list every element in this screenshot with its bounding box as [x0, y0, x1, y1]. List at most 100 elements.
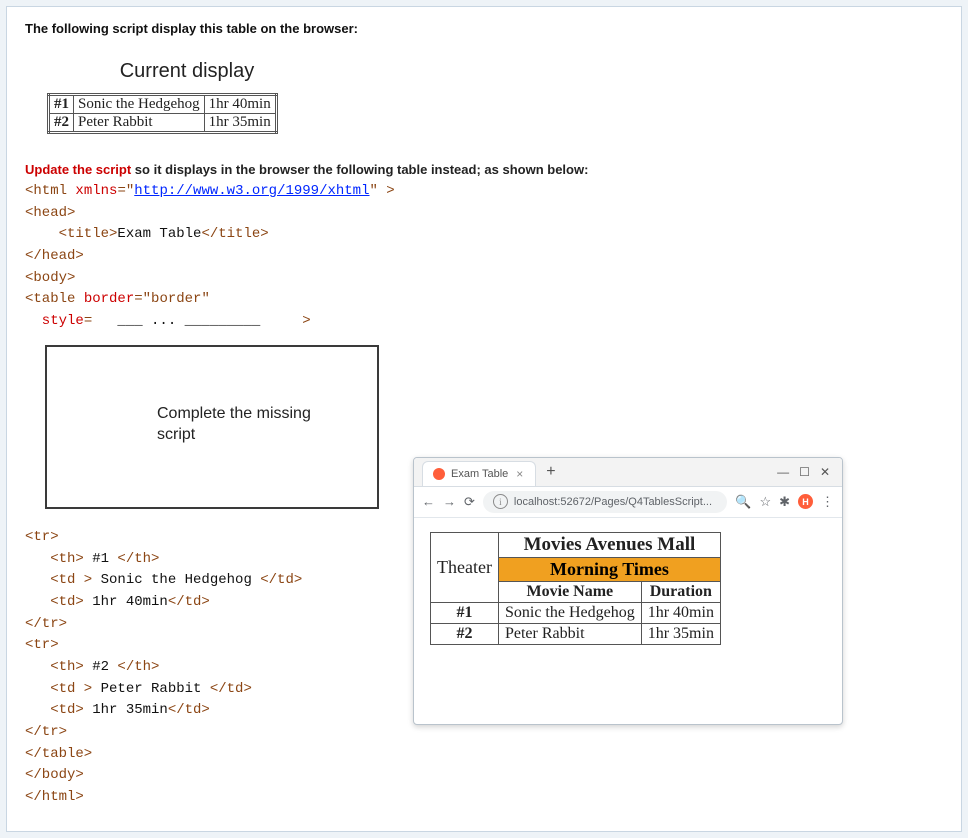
- code-token: <html: [25, 183, 75, 199]
- code-blank: ___ ... _________: [92, 313, 302, 329]
- code-token: ="border": [134, 291, 210, 307]
- rank-cell: #1: [49, 95, 74, 114]
- minimize-icon[interactable]: —: [777, 465, 789, 479]
- forward-icon[interactable]: →: [443, 494, 456, 509]
- tab-title: Exam Table: [451, 468, 508, 480]
- code-column: <tr> <th> #1 </th> <td > Sonic the Hedge…: [25, 527, 395, 809]
- col-movie-header: Movie Name: [498, 581, 641, 602]
- code-text: #1: [84, 551, 118, 567]
- extensions-icon[interactable]: ✱: [779, 494, 790, 510]
- code-token: </tr>: [25, 616, 67, 632]
- code-token: </th>: [117, 659, 159, 675]
- code-token: <head>: [25, 205, 75, 221]
- window-buttons: — ☐ ✕: [777, 465, 838, 479]
- table-row: #2 Peter Rabbit 1hr 35min: [431, 623, 721, 644]
- movie-cell: Sonic the Hedgehog: [74, 95, 205, 114]
- maximize-icon[interactable]: ☐: [799, 465, 810, 479]
- code-token: =": [117, 183, 134, 199]
- code-token: <title>: [25, 226, 117, 242]
- duration-cell: 1hr 40min: [641, 602, 720, 623]
- code-token: <td >: [25, 681, 92, 697]
- code-token: </td>: [168, 702, 210, 718]
- question-title: The following script display this table …: [25, 21, 943, 36]
- site-info-icon[interactable]: i: [493, 494, 508, 509]
- table-row: #1 Sonic the Hedgehog 1hr 40min: [431, 602, 721, 623]
- code-url: http://www.w3.org/1999/xhtml: [134, 183, 369, 199]
- code-token: </title>: [201, 226, 268, 242]
- bookmark-star-icon[interactable]: ☆: [759, 494, 771, 510]
- code-text: Peter Rabbit: [92, 681, 210, 697]
- lower-columns: <tr> <th> #1 </th> <td > Sonic the Hedge…: [25, 527, 943, 809]
- code-token: </tr>: [25, 724, 67, 740]
- mall-header: Movies Avenues Mall: [498, 532, 720, 557]
- code-token: >: [302, 313, 310, 329]
- question-page: The following script display this table …: [6, 6, 962, 832]
- tab-close-icon[interactable]: ×: [514, 467, 525, 481]
- col-duration-header: Duration: [641, 581, 720, 602]
- close-window-icon[interactable]: ✕: [820, 465, 830, 479]
- movie-cell: Peter Rabbit: [74, 114, 205, 133]
- favicon-icon: [433, 468, 445, 480]
- duration-cell: 1hr 40min: [204, 95, 276, 114]
- code-text: Sonic the Hedgehog: [92, 572, 260, 588]
- movie-cell: Sonic the Hedgehog: [498, 602, 641, 623]
- code-token: </head>: [25, 248, 84, 264]
- browser-viewport: Theater Movies Avenues Mall Morning Time…: [414, 518, 842, 724]
- theater-cell: Theater: [431, 532, 499, 602]
- code-token: border: [84, 291, 134, 307]
- table-row: Theater Movies Avenues Mall: [431, 532, 721, 557]
- blank-box-hint: Complete the missing script: [157, 403, 311, 446]
- reload-icon[interactable]: ⟳: [464, 494, 475, 510]
- code-token: <table: [25, 291, 84, 307]
- code-token: <tr>: [25, 529, 59, 545]
- rank-cell: #1: [431, 602, 499, 623]
- code-token: <th>: [25, 659, 84, 675]
- code-token: </td>: [168, 594, 210, 610]
- code-token: </td>: [210, 681, 252, 697]
- update-instruction: Update the script so it displays in the …: [25, 162, 943, 177]
- code-token: <tr>: [25, 637, 59, 653]
- rank-cell: #2: [431, 623, 499, 644]
- instruction-rest: so it displays in the browser the follow…: [131, 162, 588, 177]
- code-token: <td >: [25, 572, 92, 588]
- target-table: Theater Movies Avenues Mall Morning Time…: [430, 532, 721, 645]
- code-text: 1hr 35min: [84, 702, 168, 718]
- zoom-icon[interactable]: 🔍: [735, 494, 751, 510]
- browser-tab[interactable]: Exam Table ×: [422, 461, 536, 486]
- browser-titlebar: Exam Table × + — ☐ ✕: [414, 458, 842, 487]
- answer-blank-box[interactable]: Complete the missing script: [45, 345, 379, 509]
- code-token: <body>: [25, 270, 75, 286]
- code-text: 1hr 40min: [84, 594, 168, 610]
- duration-cell: 1hr 35min: [641, 623, 720, 644]
- browser-window: Exam Table × + — ☐ ✕ ← → ⟳ i: [413, 457, 843, 725]
- code-token: <th>: [25, 551, 84, 567]
- hint-line: script: [157, 426, 195, 443]
- code-text: #2: [84, 659, 118, 675]
- rank-cell: #2: [49, 114, 74, 133]
- code-token: xmlns: [75, 183, 117, 199]
- duration-cell: 1hr 35min: [204, 114, 276, 133]
- code-token: " >: [370, 183, 395, 199]
- table-row: #1 Sonic the Hedgehog 1hr 40min: [49, 95, 277, 114]
- code-token: style: [25, 313, 84, 329]
- extension-badge[interactable]: H: [798, 494, 813, 509]
- menu-icon[interactable]: ⋮: [821, 494, 834, 510]
- code-token: </table>: [25, 746, 92, 762]
- code-token: </th>: [117, 551, 159, 567]
- current-display-block: Current display #1 Sonic the Hedgehog 1h…: [37, 50, 337, 148]
- movie-cell: Peter Rabbit: [498, 623, 641, 644]
- code-token: </body>: [25, 767, 84, 783]
- hint-line: Complete the missing: [157, 405, 311, 422]
- current-display-table: #1 Sonic the Hedgehog 1hr 40min #2 Peter…: [47, 93, 278, 134]
- address-bar[interactable]: i localhost:52672/Pages/Q4TablesScript..…: [483, 491, 727, 513]
- morning-header: Morning Times: [498, 557, 720, 581]
- new-tab-button[interactable]: +: [536, 463, 565, 481]
- code-block-bottom: <tr> <th> #1 </th> <td > Sonic the Hedge…: [25, 527, 395, 809]
- code-text: Exam Table: [117, 226, 201, 242]
- url-text: localhost:52672/Pages/Q4TablesScript...: [514, 496, 712, 508]
- table-row: #2 Peter Rabbit 1hr 35min: [49, 114, 277, 133]
- browser-column: Exam Table × + — ☐ ✕ ← → ⟳ i: [413, 457, 843, 725]
- back-icon[interactable]: ←: [422, 494, 435, 509]
- code-token: </td>: [260, 572, 302, 588]
- code-block-top: <html xmlns="http://www.w3.org/1999/xhtm…: [25, 181, 943, 333]
